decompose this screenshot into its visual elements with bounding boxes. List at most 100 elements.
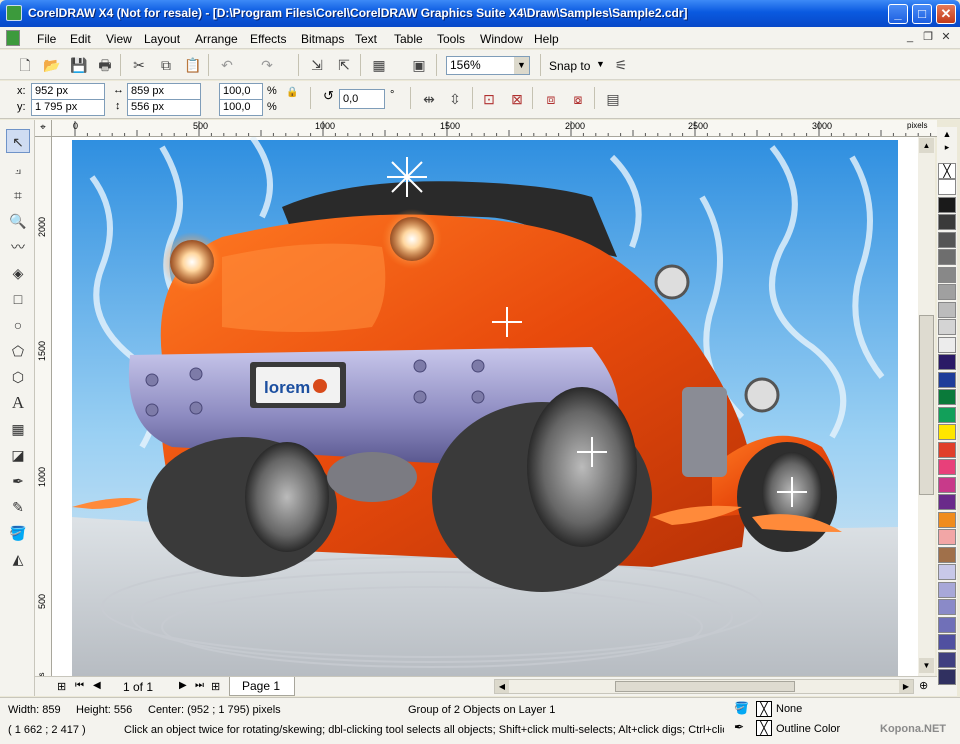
color-swatch[interactable] (938, 476, 956, 493)
height-field[interactable]: 556 px (127, 99, 201, 116)
redo-icon[interactable]: ↷ (256, 54, 278, 76)
color-swatch[interactable] (938, 196, 956, 213)
menu-tools[interactable]: Tools (437, 32, 465, 46)
group-icon[interactable]: ⊡ (478, 88, 500, 110)
scale-y-field[interactable]: 100,0 (219, 99, 263, 116)
color-swatch[interactable] (938, 406, 956, 423)
navigator-icon[interactable]: ⊕ (919, 679, 928, 692)
outline-none-swatch[interactable]: ╳ (756, 720, 772, 736)
color-swatch[interactable] (938, 599, 956, 615)
color-swatch[interactable] (938, 354, 956, 370)
color-swatch[interactable] (938, 389, 956, 405)
doc-restore-button[interactable]: ❐ (920, 30, 936, 45)
rectangle-tool-icon[interactable]: □ (6, 287, 30, 311)
color-swatch[interactable] (938, 284, 956, 300)
palette-flyout-icon[interactable]: ▸ (939, 142, 955, 154)
lock-ratio-icon[interactable]: 🔒 (286, 87, 298, 98)
horizontal-ruler[interactable]: 0 500 1000 1500 2000 2500 3000 pixels (35, 120, 937, 137)
y-position-field[interactable]: 1 795 px (31, 99, 105, 116)
pick-tool-icon[interactable]: ↖ (6, 129, 30, 153)
width-field[interactable]: 859 px (127, 83, 201, 100)
color-swatch[interactable] (938, 179, 956, 195)
color-swatch[interactable] (938, 441, 956, 458)
scroll-up-icon[interactable]: ▲ (919, 138, 934, 153)
color-swatch[interactable] (938, 231, 956, 248)
snap-dropdown-icon[interactable]: ▼ (596, 59, 605, 69)
drawing-canvas[interactable]: lorem (52, 137, 918, 676)
menu-bitmaps[interactable]: Bitmaps (301, 32, 344, 46)
horizontal-scroll-thumb[interactable] (615, 681, 795, 692)
to-front-icon[interactable]: ▤ (602, 88, 624, 110)
maximize-button[interactable]: □ (912, 4, 932, 24)
mirror-vertical-icon[interactable]: ⇳ (444, 88, 466, 110)
palette-scroll-up-icon[interactable]: ▲ (939, 129, 955, 141)
import-icon[interactable]: ⇲ (306, 54, 328, 76)
color-swatch[interactable] (938, 249, 956, 265)
snap-to-button[interactable]: Snap to (549, 59, 590, 73)
application-launcher-icon[interactable]: ▦ (368, 54, 390, 76)
color-swatch[interactable] (938, 634, 956, 650)
color-swatch[interactable] (938, 616, 956, 633)
color-swatch[interactable] (938, 424, 956, 440)
rotation-angle-field[interactable]: 0,0 (339, 89, 385, 109)
fill-tool-icon[interactable]: 🪣 (6, 521, 30, 545)
color-swatch[interactable] (938, 546, 956, 563)
add-page-after-icon[interactable]: ⊞ (211, 680, 220, 693)
color-swatch[interactable] (938, 651, 956, 668)
smart-fill-tool-icon[interactable]: ◈ (6, 261, 30, 285)
print-icon[interactable]: 🖶 (94, 54, 116, 76)
horizontal-scrollbar[interactable]: ◀ ▶ (494, 679, 914, 694)
menu-arrange[interactable]: Arrange (195, 32, 238, 46)
menu-table[interactable]: Table (394, 32, 423, 46)
combine-icon[interactable]: ⧈ (540, 88, 562, 110)
menu-help[interactable]: Help (534, 32, 559, 46)
color-swatch[interactable] (938, 266, 956, 283)
shape-tool-icon[interactable]: ⟓ (6, 157, 30, 181)
ruler-origin-icon[interactable]: ⌖ (35, 120, 52, 137)
vertical-ruler[interactable]: 2000 1500 1000 500 pixels (35, 137, 52, 676)
color-swatch[interactable] (938, 564, 956, 580)
tab-page-1[interactable]: Page 1 (229, 677, 295, 696)
menu-effects[interactable]: Effects (250, 32, 286, 46)
copy-icon[interactable]: ⧉ (155, 54, 177, 76)
previous-page-icon[interactable]: ◀ (93, 680, 101, 691)
color-swatch[interactable] (938, 581, 956, 598)
menu-window[interactable]: Window (480, 32, 523, 46)
paste-icon[interactable]: 📋 (182, 54, 204, 76)
color-swatch[interactable] (938, 529, 956, 545)
ungroup-icon[interactable]: ⊠ (506, 88, 528, 110)
basic-shapes-tool-icon[interactable]: ⬡ (6, 365, 30, 389)
next-page-icon[interactable]: ▶ (179, 680, 187, 691)
minimize-button[interactable]: _ (888, 4, 908, 24)
first-page-icon[interactable]: ⏮ (75, 680, 84, 691)
scroll-right-icon[interactable]: ▶ (899, 680, 913, 693)
vertical-scrollbar[interactable]: ▲ ▼ (918, 137, 935, 676)
menu-text[interactable]: Text (355, 32, 377, 46)
doc-close-button[interactable]: ✕ (938, 30, 954, 45)
add-page-icon[interactable]: ⊞ (57, 680, 66, 693)
interactive-blend-tool-icon[interactable]: ◪ (6, 443, 30, 467)
freehand-tool-icon[interactable]: 〰 (6, 235, 30, 259)
last-page-icon[interactable]: ⏭ (195, 680, 204, 691)
doc-minimize-button[interactable]: _ (902, 30, 918, 45)
menu-file[interactable]: File (37, 32, 56, 46)
fill-none-swatch[interactable]: ╳ (756, 701, 772, 717)
save-icon[interactable]: 💾 (68, 54, 90, 76)
welcome-screen-icon[interactable]: ▣ (408, 54, 430, 76)
close-button[interactable]: ✕ (936, 4, 956, 24)
menu-view[interactable]: View (106, 32, 132, 46)
color-swatch[interactable] (938, 511, 956, 528)
scroll-thumb[interactable] (919, 315, 934, 495)
color-swatch[interactable] (938, 319, 956, 335)
ellipse-tool-icon[interactable]: ○ (6, 313, 30, 337)
chevron-down-icon[interactable]: ▼ (514, 57, 529, 74)
menu-edit[interactable]: Edit (70, 32, 91, 46)
no-fill-swatch[interactable]: ╳ (938, 163, 956, 179)
zoom-tool-icon[interactable]: 🔍 (6, 209, 30, 233)
eyedropper-tool-icon[interactable]: ✒ (6, 469, 30, 493)
color-swatch[interactable] (938, 214, 956, 230)
color-swatch[interactable] (938, 336, 956, 353)
x-position-field[interactable]: 952 px (31, 83, 105, 100)
outline-tool-icon[interactable]: ✎ (6, 495, 30, 519)
scroll-down-icon[interactable]: ▼ (919, 658, 934, 673)
